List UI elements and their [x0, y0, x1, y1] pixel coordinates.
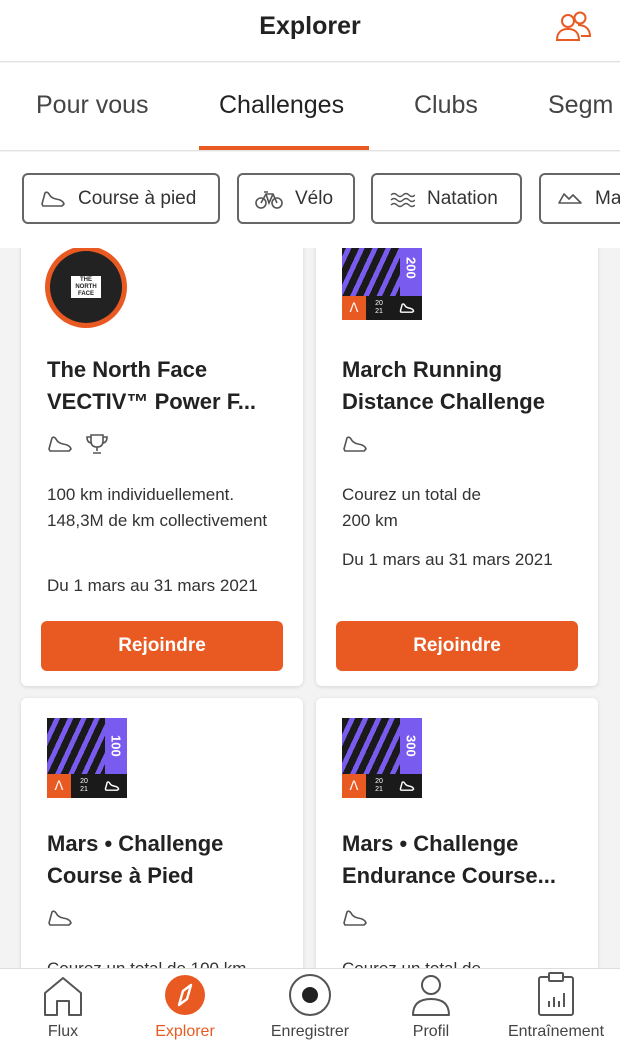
- challenge-dates: Du 1 mars au 31 mars 2021: [47, 576, 258, 595]
- filter-label: Vélo: [295, 187, 334, 209]
- join-button[interactable]: Rejoindre: [41, 621, 283, 671]
- challenge-sport-icons: [47, 908, 73, 928]
- challenge-sport-icons: [342, 434, 368, 454]
- nav-label: Flux: [47, 1023, 79, 1040]
- shoe-icon: [399, 781, 415, 791]
- strava-logo-icon: ᐱ: [47, 774, 71, 798]
- shoe-icon: [48, 436, 72, 452]
- challenge-card[interactable]: 300 ᐱ 20 21 Mars • Challenge Endurance Co…: [316, 698, 598, 968]
- shoe-icon: [343, 910, 367, 926]
- challenge-card[interactable]: 200 ᐱ 20 21 March Running Distance Challe…: [316, 248, 598, 686]
- active-tab-indicator: [199, 146, 369, 150]
- nav-profil[interactable]: Profil: [396, 969, 466, 1045]
- bike-icon: [255, 190, 283, 209]
- challenge-card[interactable]: 100 ᐱ 20 21 Mars • Challenge Course à Pie…: [21, 698, 303, 968]
- tab-pour-vous[interactable]: Pour vous: [36, 91, 149, 120]
- filter-label: Course à pied: [78, 187, 197, 209]
- challenge-dates: Du 1 mars au 31 mars 2021: [342, 550, 553, 569]
- tab-challenges[interactable]: Challenges: [219, 91, 344, 120]
- badge-distance: 100: [105, 718, 127, 774]
- nav-enregistrer[interactable]: Enregistrer: [258, 969, 362, 1045]
- filter-marche[interactable]: Ma: [539, 173, 620, 224]
- strava-logo-icon: ᐱ: [342, 296, 366, 320]
- profile-icon: [412, 975, 450, 1016]
- swim-icon: [390, 192, 415, 207]
- filter-label: Ma: [595, 187, 620, 209]
- filter-velo[interactable]: Vélo: [237, 173, 355, 224]
- nav-label: Enregistrer: [270, 1023, 350, 1040]
- nav-label: Profil: [412, 1023, 450, 1040]
- challenge-description: Courez un total de 200 km: [342, 485, 481, 530]
- challenge-sport-icons: [342, 908, 368, 928]
- the-north-face-badge: THE NORTH FACE: [45, 248, 127, 328]
- tab-segments[interactable]: Segm: [548, 91, 613, 120]
- challenge-description: Courez un total de 100 km: [47, 956, 287, 968]
- nav-entrainement[interactable]: Entraînement: [497, 969, 615, 1045]
- shoe-icon: [41, 190, 65, 207]
- challenge-name[interactable]: March Running Distance Challenge: [342, 354, 582, 418]
- people-icon[interactable]: [554, 10, 594, 44]
- challenge-name[interactable]: Mars • Challenge Course à Pied: [47, 828, 247, 892]
- challenge-badge: 100 ᐱ 20 21: [47, 718, 127, 798]
- badge-distance: 300: [400, 718, 422, 774]
- badge-distance: 200: [400, 248, 422, 296]
- sport-filter-bar: Course à pied Vélo Natation Ma: [0, 152, 620, 248]
- shoe-icon: [399, 303, 415, 313]
- challenge-name[interactable]: The North Face VECTIV™ Power F...: [47, 354, 287, 418]
- home-icon: [44, 977, 82, 1016]
- nav-label: Entraînement: [507, 1023, 605, 1040]
- filter-course-a-pied[interactable]: Course à pied: [22, 173, 220, 224]
- join-button[interactable]: Rejoindre: [336, 621, 578, 671]
- shoe-icon: [104, 781, 120, 791]
- shoe-icon: [343, 436, 367, 452]
- challenge-sport-icons: [47, 432, 109, 456]
- compass-icon: [165, 975, 205, 1015]
- bottom-navigation: Flux Explorer Enregistrer Profil Entraîn…: [0, 968, 620, 1045]
- nav-flux[interactable]: Flux: [28, 969, 98, 1045]
- challenge-badge: 200 ᐱ 20 21: [342, 248, 422, 320]
- challenge-card[interactable]: THE NORTH FACE The North Face VECTIV™ Po…: [21, 248, 303, 686]
- training-icon: [538, 972, 574, 1016]
- strava-logo-icon: ᐱ: [342, 774, 366, 798]
- challenge-badge: 300 ᐱ 20 21: [342, 718, 422, 798]
- challenge-name[interactable]: Mars • Challenge Endurance Course...: [342, 828, 582, 892]
- explore-tabs: Pour vous Challenges Clubs Segm: [0, 63, 620, 151]
- challenge-description: Courez un total de: [342, 956, 582, 968]
- nav-label: Explorer: [155, 1023, 215, 1040]
- app-header: Explorer: [0, 0, 620, 62]
- nav-explorer[interactable]: Explorer: [140, 969, 230, 1045]
- challenges-list: THE NORTH FACE The North Face VECTIV™ Po…: [0, 248, 620, 968]
- hiking-icon: [558, 192, 582, 204]
- page-title: Explorer: [259, 12, 361, 40]
- tab-clubs[interactable]: Clubs: [414, 91, 478, 120]
- shoe-icon: [48, 910, 72, 926]
- trophy-icon: [86, 434, 108, 454]
- record-icon: [289, 974, 331, 1016]
- filter-label: Natation: [427, 187, 498, 209]
- challenge-description: 100 km individuellement. 148,3M de km co…: [47, 485, 268, 530]
- filter-natation[interactable]: Natation: [371, 173, 522, 224]
